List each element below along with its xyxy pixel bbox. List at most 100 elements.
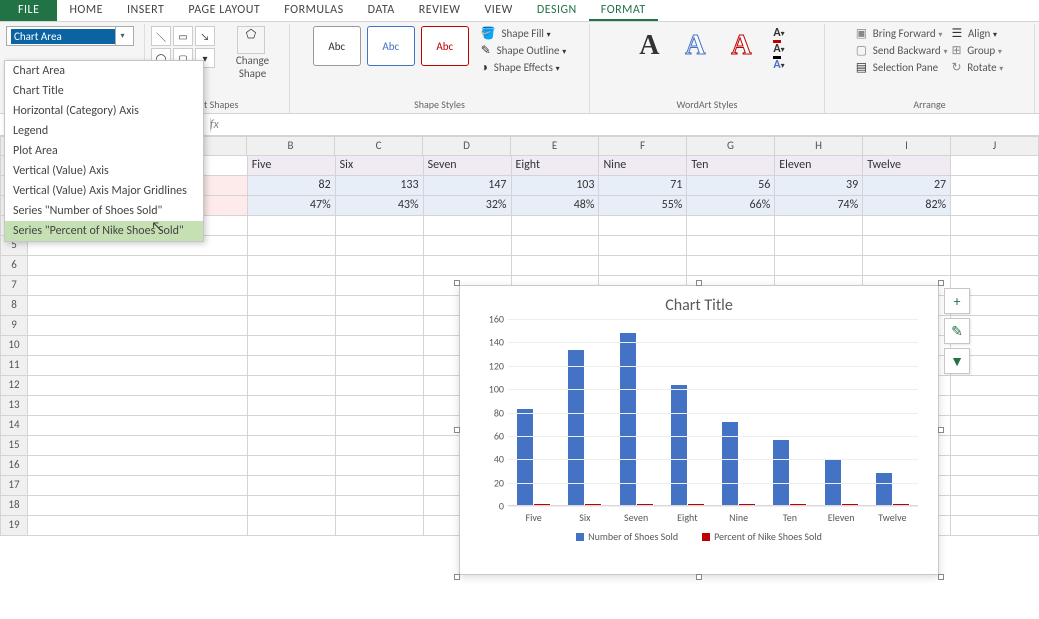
bar-group-Seven[interactable] xyxy=(616,333,656,505)
shape-style-preset-1[interactable]: Abc xyxy=(313,26,361,66)
bar-series2[interactable] xyxy=(842,504,858,505)
cell-C1[interactable]: Six xyxy=(336,156,424,176)
cell-B18[interactable] xyxy=(248,496,336,516)
cell-J13[interactable] xyxy=(951,396,1039,416)
wordart-preset-1[interactable]: A xyxy=(629,26,669,66)
cell-E3[interactable]: 48% xyxy=(512,196,600,216)
dropdown-item-v-gridlines[interactable]: Vertical (Value) Axis Major Gridlines xyxy=(5,181,203,201)
cell-C17[interactable] xyxy=(336,476,424,496)
cell-A13[interactable] xyxy=(28,396,248,416)
bar-series2[interactable] xyxy=(688,504,704,505)
cell-D4[interactable] xyxy=(424,216,512,236)
cell-A19[interactable] xyxy=(28,516,248,536)
cell-A15[interactable] xyxy=(28,436,248,456)
column-header-J[interactable]: J xyxy=(951,136,1039,156)
bar-series2[interactable] xyxy=(637,504,653,505)
cell-B4[interactable] xyxy=(248,216,336,236)
dropdown-item-legend[interactable]: Legend xyxy=(5,121,203,141)
cell-J17[interactable] xyxy=(951,476,1039,496)
cell-J2[interactable] xyxy=(951,176,1039,196)
bar-series1[interactable] xyxy=(773,440,789,505)
cell-B7[interactable] xyxy=(248,276,336,296)
wordart-preset-3[interactable]: A xyxy=(721,26,761,66)
bar-group-Ten[interactable] xyxy=(770,440,810,505)
shape-fill-button[interactable]: 🪣 Shape Fill ▾ xyxy=(481,26,566,41)
column-header-F[interactable]: F xyxy=(599,136,687,156)
plot-area[interactable] xyxy=(508,319,918,506)
cell-I5[interactable] xyxy=(863,236,951,256)
cell-D5[interactable] xyxy=(424,236,512,256)
cell-A12[interactable] xyxy=(28,376,248,396)
x-axis[interactable]: FiveSixSevenEightNineTenElevenTwelve xyxy=(508,511,918,524)
cell-E6[interactable] xyxy=(512,256,600,276)
dropdown-item-series2[interactable]: Series "Percent of Nike Shoes Sold" xyxy=(5,221,203,241)
cell-J12[interactable] xyxy=(951,376,1039,396)
row-header-7[interactable]: 7 xyxy=(0,276,28,296)
cell-B15[interactable] xyxy=(248,436,336,456)
cell-H6[interactable] xyxy=(775,256,863,276)
wordart-gallery[interactable]: A A A xyxy=(629,26,761,66)
cell-G5[interactable] xyxy=(687,236,775,256)
cell-H2[interactable]: 39 xyxy=(775,176,863,196)
cell-B8[interactable] xyxy=(248,296,336,316)
cell-B14[interactable] xyxy=(248,416,336,436)
row-header-15[interactable]: 15 xyxy=(0,436,28,456)
cell-H4[interactable] xyxy=(775,216,863,236)
chart-plot-area[interactable]: 020406080100120140160 FiveSixSevenEightN… xyxy=(508,319,918,524)
column-header-E[interactable]: E xyxy=(511,136,599,156)
cell-C16[interactable] xyxy=(336,456,424,476)
cell-A17[interactable] xyxy=(28,476,248,496)
cell-C9[interactable] xyxy=(336,316,424,336)
cell-J14[interactable] xyxy=(951,416,1039,436)
cell-A6[interactable] xyxy=(28,256,248,276)
cell-E5[interactable] xyxy=(512,236,600,256)
cell-D3[interactable]: 32% xyxy=(424,196,512,216)
cell-J4[interactable] xyxy=(951,216,1039,236)
cell-B3[interactable]: 47% xyxy=(248,196,336,216)
row-header-12[interactable]: 12 xyxy=(0,376,28,396)
cell-B5[interactable] xyxy=(248,236,336,256)
column-header-C[interactable]: C xyxy=(335,136,423,156)
text-fill-button[interactable]: A▾ xyxy=(773,26,784,40)
cell-B2[interactable]: 82 xyxy=(248,176,336,196)
bar-series2[interactable] xyxy=(585,504,601,505)
shape-rect-icon[interactable]: ▭ xyxy=(173,26,193,46)
shape-arrow-icon[interactable]: ↘ xyxy=(195,26,215,46)
cell-C11[interactable] xyxy=(336,356,424,376)
column-header-G[interactable]: G xyxy=(687,136,775,156)
row-header-14[interactable]: 14 xyxy=(0,416,28,436)
wordart-preset-2[interactable]: A xyxy=(675,26,715,66)
cell-C2[interactable]: 133 xyxy=(336,176,424,196)
cell-G4[interactable] xyxy=(687,216,775,236)
tab-file[interactable]: FILE xyxy=(0,0,57,21)
cell-B16[interactable] xyxy=(248,456,336,476)
chevron-down-icon[interactable]: ▾ xyxy=(115,27,129,45)
tab-home[interactable]: HOME xyxy=(57,0,115,21)
cell-A10[interactable] xyxy=(28,336,248,356)
cell-B1[interactable]: Five xyxy=(248,156,336,176)
cell-J1[interactable] xyxy=(951,156,1039,176)
cell-B12[interactable] xyxy=(248,376,336,396)
cell-C12[interactable] xyxy=(336,376,424,396)
column-header-I[interactable]: I xyxy=(863,136,951,156)
row-header-17[interactable]: 17 xyxy=(0,476,28,496)
cell-E4[interactable] xyxy=(512,216,600,236)
cell-D1[interactable]: Seven xyxy=(424,156,512,176)
cell-A9[interactable] xyxy=(28,316,248,336)
cell-J15[interactable] xyxy=(951,436,1039,456)
cell-F5[interactable] xyxy=(599,236,687,256)
cell-C15[interactable] xyxy=(336,436,424,456)
tab-page-layout[interactable]: PAGE LAYOUT xyxy=(176,0,272,21)
cell-A16[interactable] xyxy=(28,456,248,476)
legend-item-2[interactable]: Percent of Nike Shoes Sold xyxy=(702,530,822,543)
tab-data[interactable]: DATA xyxy=(356,0,407,21)
y-axis[interactable]: 020406080100120140160 xyxy=(470,319,504,506)
cell-B17[interactable] xyxy=(248,476,336,496)
cell-B9[interactable] xyxy=(248,316,336,336)
cell-F3[interactable]: 55% xyxy=(599,196,687,216)
cell-F6[interactable] xyxy=(599,256,687,276)
tab-insert[interactable]: INSERT xyxy=(115,0,176,21)
tab-view[interactable]: VIEW xyxy=(472,0,524,21)
chart-elements-dropdown[interactable]: Chart Area ▾ xyxy=(6,26,134,46)
cell-C3[interactable]: 43% xyxy=(336,196,424,216)
